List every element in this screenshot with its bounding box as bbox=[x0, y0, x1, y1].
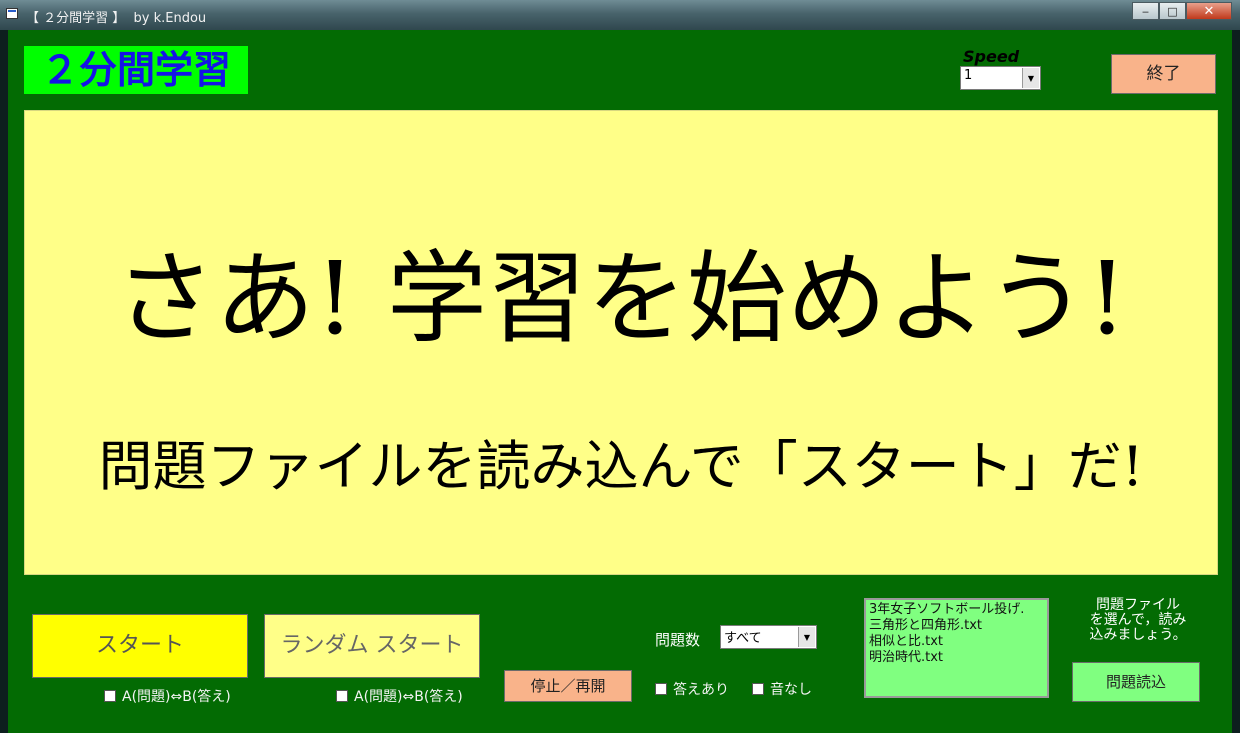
swap-checkbox-1[interactable]: A(問題)⇔B(答え) bbox=[104, 686, 231, 706]
hint-line: 問題ファイル bbox=[1096, 597, 1180, 613]
question-count-label: 問題数 bbox=[655, 631, 701, 649]
chevron-down-icon[interactable]: ▼ bbox=[798, 627, 815, 647]
swap-checkbox-2[interactable]: A(問題)⇔B(答え) bbox=[336, 686, 463, 706]
app-icon[interactable] bbox=[6, 8, 18, 19]
window-titlebar: 【 ２分間学習 】 by k.Endou ‒ □ ✕ bbox=[0, 0, 1240, 30]
show-answer-checkbox[interactable]: 答えあり bbox=[655, 679, 729, 699]
mute-label: 音なし bbox=[770, 682, 812, 698]
list-item[interactable]: 三角形と四角形.txt bbox=[869, 618, 1044, 634]
checkbox-box[interactable] bbox=[336, 690, 348, 702]
list-item[interactable]: 3年女子ソフトボール投げ. bbox=[869, 602, 1044, 618]
question-count-select[interactable]: すべて ▼ bbox=[720, 625, 817, 649]
minimize-button[interactable]: ‒ bbox=[1132, 2, 1159, 20]
swap-label-1: A(問題)⇔B(答え) bbox=[122, 689, 231, 705]
question-count-value: すべて bbox=[724, 631, 762, 646]
checkbox-box[interactable] bbox=[104, 690, 116, 702]
show-answer-label: 答えあり bbox=[673, 682, 729, 698]
start-button[interactable]: スタート bbox=[32, 614, 248, 678]
file-list[interactable]: 3年女子ソフトボール投げ. 三角形と四角形.txt 相似と比.txt 明治時代.… bbox=[864, 598, 1049, 698]
speed-label: Speed bbox=[963, 47, 1020, 66]
checkbox-box[interactable] bbox=[752, 683, 764, 695]
load-questions-button[interactable]: 問題読込 bbox=[1072, 662, 1200, 702]
hint-line: 込みましょう。 bbox=[1089, 627, 1187, 643]
hint-line: を選んで，読み bbox=[1089, 612, 1187, 628]
quit-button[interactable]: 終了 bbox=[1111, 54, 1216, 94]
load-hint: 問題ファイル を選んで，読み 込みましょう。 bbox=[1078, 598, 1198, 643]
stop-resume-button[interactable]: 停止／再開 bbox=[504, 670, 632, 702]
sub-message: 問題ファイルを読み込んで「スタート」だ! bbox=[98, 435, 1144, 498]
chevron-down-icon[interactable]: ▼ bbox=[1022, 68, 1039, 88]
maximize-button[interactable]: □ bbox=[1159, 2, 1186, 20]
list-item[interactable]: 相似と比.txt bbox=[869, 634, 1044, 650]
window-controls: ‒ □ ✕ bbox=[1132, 2, 1232, 21]
close-button[interactable]: ✕ bbox=[1186, 2, 1232, 20]
main-form: ２分間学習 Speed 1 ▼ 終了 さあ! 学習を始めよう! 問題ファイルを読… bbox=[8, 30, 1232, 733]
random-start-button[interactable]: ランダム スタート bbox=[264, 614, 480, 678]
swap-label-2: A(問題)⇔B(答え) bbox=[354, 689, 463, 705]
message-display: さあ! 学習を始めよう! 問題ファイルを読み込んで「スタート」だ! bbox=[24, 110, 1218, 575]
speed-select[interactable]: 1 ▼ bbox=[960, 66, 1041, 90]
list-item[interactable]: 明治時代.txt bbox=[869, 650, 1044, 666]
window-title: 【 ２分間学習 】 by k.Endou bbox=[26, 11, 207, 26]
main-message: さあ! 学習を始めよう! bbox=[114, 240, 1128, 357]
speed-value: 1 bbox=[964, 68, 973, 83]
checkbox-box[interactable] bbox=[655, 683, 667, 695]
mute-checkbox[interactable]: 音なし bbox=[752, 679, 812, 699]
app-title: ２分間学習 bbox=[24, 46, 248, 94]
